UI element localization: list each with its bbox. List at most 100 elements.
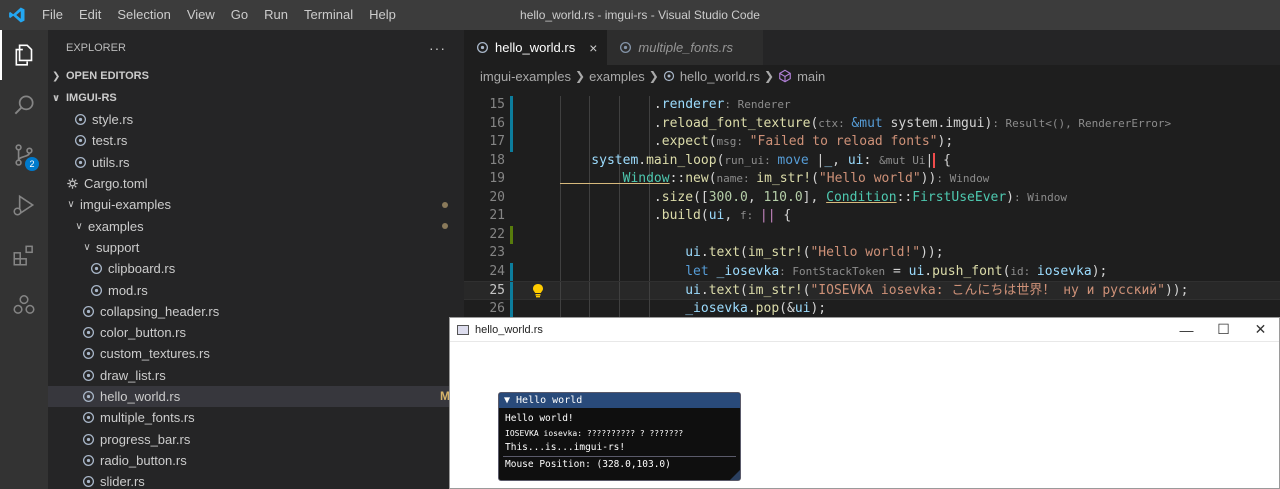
code-line[interactable]: 18 system.main_loop(run_ui: move |_, ui:…	[464, 151, 1280, 170]
code-line[interactable]: 20 .size([300.0, 110.0], Condition::Firs…	[464, 188, 1280, 207]
menu-edit[interactable]: Edit	[71, 0, 109, 30]
tree-file[interactable]: multiple_fonts.rs	[48, 407, 464, 428]
code-line[interactable]: 23 ui.text(im_str!("Hello world!"));	[464, 244, 1280, 263]
tree-folder[interactable]: ∨ examples	[48, 215, 464, 236]
line-number: 18	[489, 152, 505, 168]
explorer-sidebar: EXPLORER ··· ❯ OPEN EDITORS ∨ IMGUI-RS s…	[48, 30, 464, 489]
rust-file-icon	[80, 303, 96, 319]
rust-file-icon	[619, 41, 632, 54]
menu-help[interactable]: Help	[361, 0, 404, 30]
tree-label: progress_bar.rs	[100, 431, 191, 447]
tree-label: collapsing_header.rs	[100, 303, 220, 319]
git-change-marker	[510, 262, 513, 281]
code-line[interactable]: 26 _iosevka.pop(&ui);	[464, 299, 1280, 318]
git-change-marker	[510, 225, 513, 244]
search-icon[interactable]	[0, 80, 48, 130]
imgui-text-mouse-position: Mouse Position: (328.0,103.0)	[505, 459, 671, 470]
code-line[interactable]: 19 Window::new(name: im_str!("Hello worl…	[464, 170, 1280, 189]
title-bar: File Edit Selection View Go Run Terminal Help h…	[0, 0, 1280, 30]
line-number: 21	[489, 208, 505, 223]
imgui-text-iosevka: IOSEVKA iosevka: ?????????? ? ???????	[505, 429, 684, 438]
remote-icon[interactable]	[0, 280, 48, 330]
close-icon[interactable]: ×	[589, 40, 597, 56]
tree-label: hello_world.rs	[100, 389, 181, 404]
code-text: .size([300.0, 110.0], Condition::FirstUs…	[560, 189, 1067, 205]
menu-view[interactable]: View	[179, 0, 223, 30]
rust-file-icon	[88, 261, 104, 277]
tree-file[interactable]: hello_world.rs M	[48, 385, 464, 408]
code-line[interactable]: 22	[464, 225, 1280, 244]
tree-file[interactable]: mod.rs	[48, 279, 464, 300]
git-change-marker	[510, 96, 513, 115]
open-editors-section[interactable]: ❯ OPEN EDITORS	[48, 65, 464, 87]
activity-bar: 2	[0, 30, 48, 489]
tree-file[interactable]: collapsing_header.rs	[48, 301, 464, 322]
rust-file-icon	[80, 452, 96, 468]
tree-file[interactable]: draw_list.rs	[48, 365, 464, 386]
code-text: Window::new(name: im_str!("Hello world")…	[560, 171, 990, 186]
menu-run[interactable]: Run	[256, 0, 296, 30]
sidebar-title: EXPLORER	[66, 41, 126, 54]
gear-icon	[64, 176, 80, 192]
explorer-icon[interactable]	[0, 30, 48, 80]
tree-file[interactable]: clipboard.rs	[48, 258, 464, 279]
chevron-down-icon: ∨	[67, 199, 75, 211]
tree-label: draw_list.rs	[100, 367, 166, 383]
imgui-window[interactable]: ▼ Hello world Hello world! IOSEVKA iosev…	[498, 392, 741, 481]
tree-file[interactable]: Cargo.toml	[48, 173, 464, 194]
hello-world-title: hello_world.rs	[475, 323, 543, 336]
code-text: ui.text(im_str!("Hello world!"));	[560, 245, 944, 260]
hello-world-canvas[interactable]: ▼ Hello world Hello world! IOSEVKA iosev…	[450, 342, 1279, 488]
line-number: 25	[489, 283, 505, 298]
imgui-resize-grip[interactable]	[730, 470, 740, 480]
code-line[interactable]: 21 .build(ui, f: || {	[464, 207, 1280, 226]
tab-hello-world[interactable]: hello_world.rs ×	[464, 30, 608, 65]
tree-file[interactable]: slider.rs	[48, 471, 464, 489]
hello-world-titlebar[interactable]: hello_world.rs — ☐ ✕	[450, 318, 1279, 342]
tree-label: Cargo.toml	[84, 176, 148, 192]
imgui-title-bar[interactable]: ▼ Hello world	[499, 393, 740, 408]
workspace-section[interactable]: ∨ IMGUI-RS	[48, 87, 464, 109]
indent-guide	[649, 225, 650, 244]
code-line[interactable]: 16 .reload_font_texture(ctx: &mut system…	[464, 114, 1280, 133]
menu-bar: File Edit Selection View Go Run Terminal Help	[34, 0, 404, 30]
menu-go[interactable]: Go	[223, 0, 256, 30]
more-actions-icon[interactable]: ···	[429, 40, 446, 56]
rust-file-icon	[88, 282, 104, 298]
tree-label: radio_button.rs	[100, 452, 187, 468]
vscode-logo-icon[interactable]	[0, 0, 34, 30]
tree-file[interactable]: progress_bar.rs	[48, 428, 464, 449]
file-tree: style.rs test.rs utils.rs Cargo.toml ∨ imgui-…	[48, 109, 464, 489]
tree-file[interactable]: color_button.rs	[48, 322, 464, 343]
indent-guide	[619, 225, 620, 244]
tree-file[interactable]: radio_button.rs	[48, 450, 464, 471]
tree-file[interactable]: custom_textures.rs	[48, 343, 464, 364]
tree-folder[interactable]: ∨ imgui-examples	[48, 194, 464, 215]
code-line[interactable]: 17 .expect(msg: "Failed to reload fonts"…	[464, 133, 1280, 152]
app-window-icon	[457, 324, 469, 335]
code-line[interactable]: 15 .renderer: Renderer	[464, 96, 1280, 115]
extensions-icon[interactable]	[0, 230, 48, 280]
code-line[interactable]: 24 let _iosevka: FontStackToken = ui.pus…	[464, 262, 1280, 281]
code-text: .build(ui, f: || {	[560, 208, 792, 223]
source-control-icon[interactable]: 2	[0, 130, 48, 180]
menu-file[interactable]: File	[34, 0, 71, 30]
chevron-right-icon: ❯	[52, 70, 61, 82]
menu-selection[interactable]: Selection	[109, 0, 178, 30]
minimize-button[interactable]: —	[1168, 322, 1205, 338]
code-line[interactable]: 25 ui.text(im_str!("IOSEVKA iosevka: こんに…	[464, 281, 1280, 301]
tree-file[interactable]: test.rs	[48, 130, 464, 151]
menu-terminal[interactable]: Terminal	[296, 0, 361, 30]
tree-folder[interactable]: ∨ support	[48, 237, 464, 258]
maximize-button[interactable]: ☐	[1205, 321, 1242, 338]
tree-file[interactable]: style.rs	[48, 109, 464, 130]
line-number: 20	[489, 189, 505, 205]
line-number: 15	[489, 97, 505, 112]
close-window-button[interactable]: ✕	[1242, 321, 1279, 338]
tree-file[interactable]: utils.rs	[48, 152, 464, 173]
rust-file-icon	[72, 112, 88, 128]
run-debug-icon[interactable]	[0, 180, 48, 230]
tree-label: custom_textures.rs	[100, 346, 210, 362]
git-change-marker	[510, 282, 513, 301]
tab-multiple-fonts[interactable]: multiple_fonts.rs	[607, 30, 764, 65]
